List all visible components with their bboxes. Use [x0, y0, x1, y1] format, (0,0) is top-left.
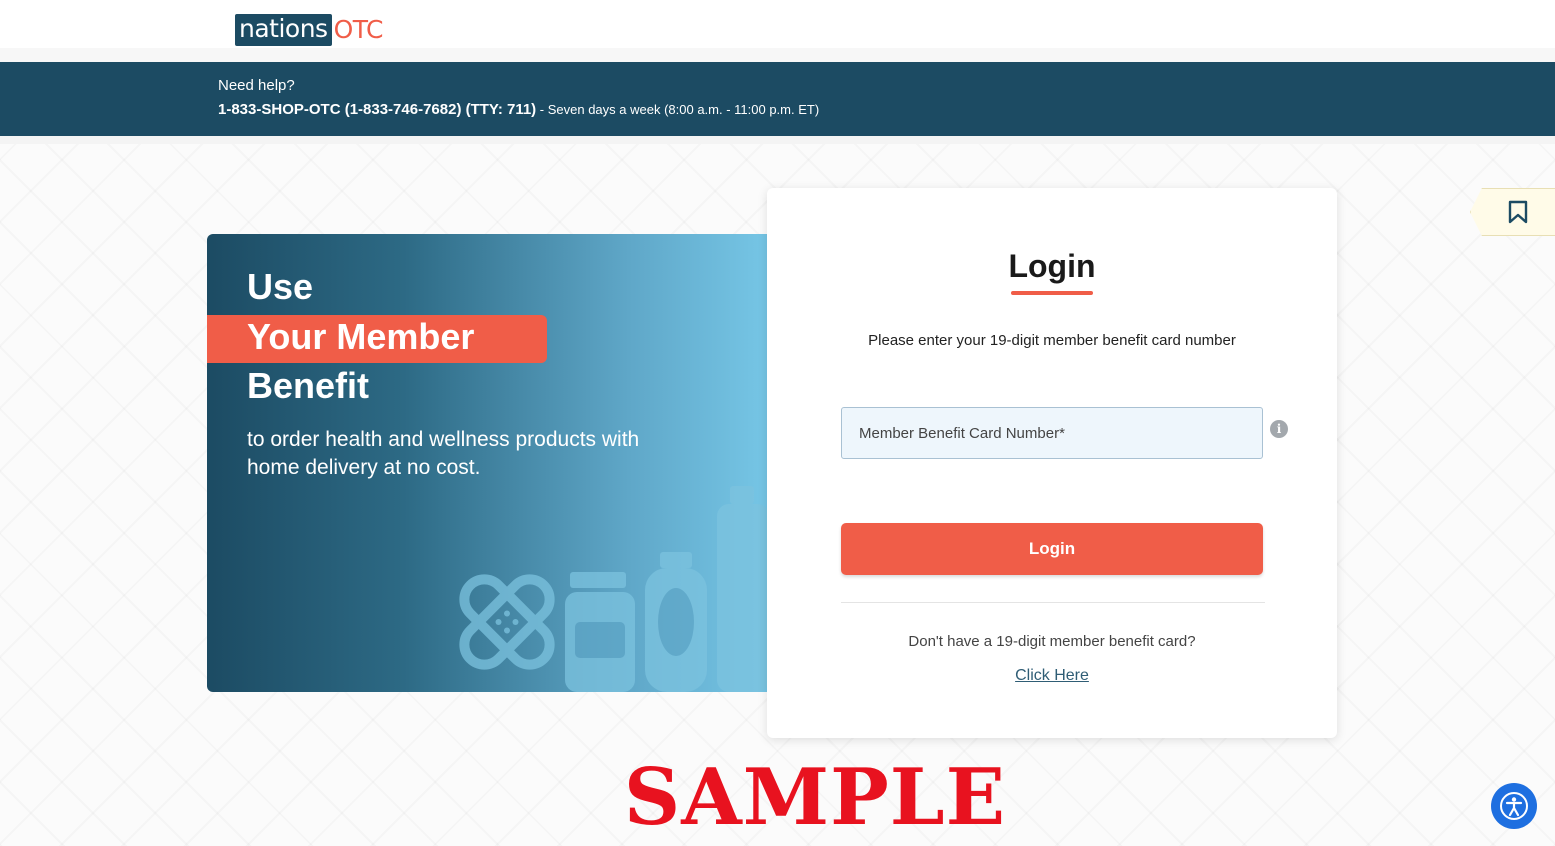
help-bar: Need help? 1-833-SHOP-OTC (1-833-746-768…: [0, 62, 1555, 136]
help-phone[interactable]: 1-833-SHOP-OTC (1-833-746-7682) (TTY: 71…: [218, 101, 536, 118]
hero-line-use: Use: [247, 266, 314, 307]
nations-otc-logo[interactable]: nations OTC: [235, 14, 384, 46]
hero-line-benefit: Benefit: [247, 365, 370, 406]
sample-watermark: SAMPLE: [623, 752, 1007, 843]
logo-nations-text: nations: [235, 14, 332, 46]
login-title-underline: [1011, 291, 1093, 295]
help-hours: - Seven days a week (8:00 a.m. - 11:00 p…: [536, 102, 820, 117]
login-button[interactable]: Login: [841, 523, 1263, 575]
login-instruction: Please enter your 19-digit member benefi…: [868, 332, 1236, 349]
header-spacer: [0, 48, 1555, 62]
bookmark-icon[interactable]: [1508, 200, 1528, 224]
help-contact-line: 1-833-SHOP-OTC (1-833-746-7682) (TTY: 71…: [218, 101, 819, 118]
no-card-text: Don't have a 19-digit member benefit car…: [908, 633, 1196, 650]
hero-description: to order health and wellness products wi…: [247, 428, 640, 479]
logo-otc-text: OTC: [333, 15, 384, 44]
hero-line-member: Your Member: [247, 316, 475, 357]
accessibility-button[interactable]: [1491, 783, 1537, 829]
accessibility-icon: [1500, 792, 1528, 820]
health-products-illustration: [459, 486, 769, 692]
help-title: Need help?: [218, 77, 295, 94]
hero-banner: Use Your Member Benefit to order health …: [207, 234, 769, 692]
helpbar-spacer: [0, 136, 1555, 144]
info-icon[interactable]: i: [1270, 420, 1288, 438]
click-here-link[interactable]: Click Here: [767, 667, 1337, 685]
member-card-number-input[interactable]: [841, 407, 1263, 459]
card-divider: [841, 602, 1265, 603]
login-title: Login: [1008, 248, 1096, 284]
login-card: Login Please enter your 19-digit member …: [767, 188, 1337, 738]
top-header: nations OTC: [0, 0, 1555, 48]
